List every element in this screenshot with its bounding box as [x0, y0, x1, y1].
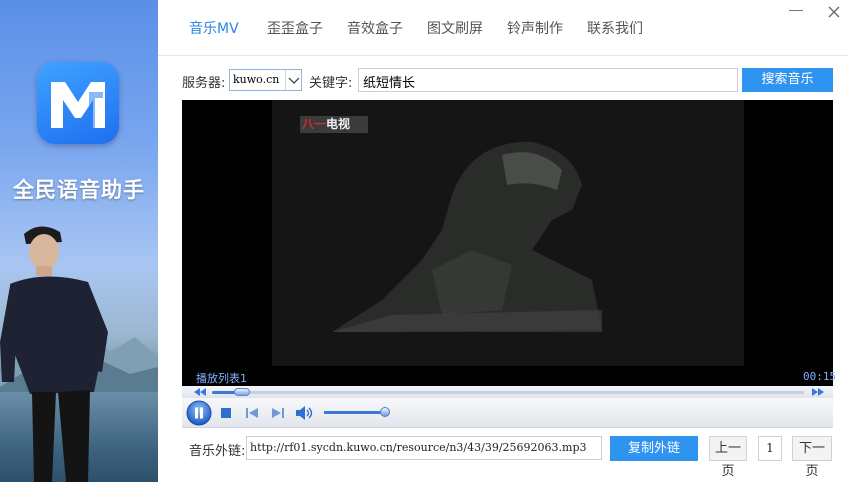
chevron-down-icon[interactable]: [285, 70, 301, 90]
server-select-value: kuwo.cn: [233, 73, 280, 86]
minimize-icon[interactable]: [789, 10, 803, 11]
next-page-button[interactable]: 下一页: [792, 436, 832, 479]
tab-bar: 音乐MV 歪歪盒子 音效盒子 图文刷屏 铃声制作 联系我们: [158, 0, 848, 56]
music-link-input[interactable]: http://rf01.sycdn.kuwo.cn/resource/n3/43…: [246, 436, 602, 460]
stop-icon[interactable]: [221, 408, 231, 418]
seek-handle[interactable]: [233, 388, 250, 396]
time-display: 00:15: [803, 370, 837, 383]
app-window: 全民语音助手 音乐MV 歪歪盒子 音效盒子 图文刷屏 铃声制作 联系我们 服务器…: [0, 0, 848, 482]
tab-waiwai-box[interactable]: 歪歪盒子: [267, 18, 323, 38]
tab-image-text-spam[interactable]: 图文刷屏: [427, 18, 483, 38]
next-track-icon[interactable]: [272, 407, 284, 419]
pause-icon[interactable]: [186, 400, 212, 426]
volume-slider[interactable]: [324, 407, 390, 417]
person-photo: [0, 226, 108, 482]
server-select[interactable]: kuwo.cn: [229, 69, 302, 91]
close-icon[interactable]: [826, 4, 842, 20]
player-controls: [182, 398, 833, 428]
copy-link-button[interactable]: 复制外链: [610, 436, 698, 461]
promo-title: 全民语音助手: [13, 178, 145, 202]
previous-page-button[interactable]: 上一页: [709, 436, 747, 479]
tab-contact-us[interactable]: 联系我们: [587, 18, 643, 38]
keyword-input[interactable]: 纸短情长: [358, 68, 738, 92]
volume-level: [324, 411, 385, 414]
page-number[interactable]: 1: [758, 436, 782, 461]
seek-bar[interactable]: [182, 386, 833, 398]
keyword-label: 关键字:: [309, 76, 353, 91]
m-logo-icon: [51, 82, 105, 128]
server-label: 服务器:: [182, 76, 226, 91]
tab-ringtone-maker[interactable]: 铃声制作: [507, 18, 563, 38]
previous-track-icon[interactable]: [246, 407, 258, 419]
volume-handle[interactable]: [379, 407, 390, 417]
video-scene: [332, 141, 602, 332]
link-label: 音乐外链:: [189, 444, 246, 459]
tab-music-mv[interactable]: 音乐MV: [189, 18, 239, 38]
fast-forward-icon[interactable]: [812, 388, 824, 396]
promo-panel: 全民语音助手: [0, 0, 158, 482]
tab-sound-effects-box[interactable]: 音效盒子: [347, 18, 403, 38]
app-logo: [37, 62, 119, 144]
video-frame: 八一电视: [272, 100, 744, 366]
volume-icon[interactable]: [296, 405, 314, 421]
playlist-label[interactable]: 播放列表1: [196, 370, 247, 386]
rewind-icon[interactable]: [194, 388, 206, 396]
seek-track[interactable]: [212, 388, 804, 396]
video-player[interactable]: 八一电视: [182, 100, 833, 386]
search-music-button[interactable]: 搜索音乐: [742, 68, 833, 92]
